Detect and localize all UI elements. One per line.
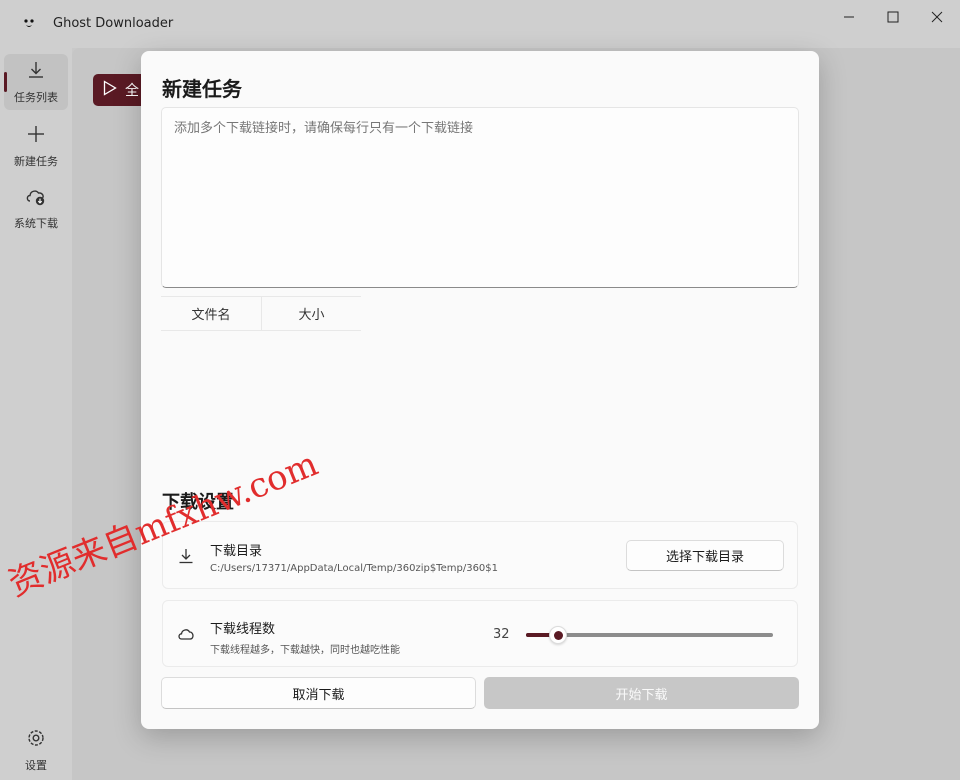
column-header-filename[interactable]: 文件名 <box>161 297 261 330</box>
download-dir-path: C:/Users/17371/AppData/Local/Temp/360zip… <box>210 563 499 574</box>
sidebar-item-label: 系统下载 <box>14 217 58 230</box>
slider-thumb[interactable] <box>549 626 567 644</box>
download-settings-title: 下载设置 <box>162 492 234 513</box>
download-dir-text: 下载目录 C:/Users/17371/AppData/Local/Temp/3… <box>210 540 498 574</box>
sidebar-item-label: 任务列表 <box>14 91 58 104</box>
thread-count-value: 32 <box>493 627 510 642</box>
sidebar-item-system-download[interactable]: 系统下载 <box>4 180 68 236</box>
download-icon <box>26 60 46 84</box>
url-input-placeholder: 添加多个下载链接时，请确保每行只有一个下载链接 <box>174 121 474 136</box>
sidebar-item-new-task[interactable]: 新建任务 <box>4 118 68 174</box>
maximize-button[interactable] <box>870 0 916 34</box>
cloud-download-icon <box>25 186 47 210</box>
download-icon <box>177 547 195 565</box>
sidebar: 任务列表 新建任务 系统下载 设置 <box>0 48 72 780</box>
download-threads-title: 下载线程数 <box>210 622 276 637</box>
column-header-size[interactable]: 大小 <box>261 297 361 330</box>
ghost-icon <box>18 14 40 34</box>
window-title: Ghost Downloader <box>53 16 174 31</box>
cancel-download-button[interactable]: 取消下载 <box>161 677 476 709</box>
play-icon <box>103 80 117 100</box>
cloud-icon <box>177 625 195 643</box>
dialog-title: 新建任务 <box>162 77 242 101</box>
file-table-header: 文件名 大小 <box>161 296 361 331</box>
download-threads-text: 下载线程数 下载线程越多，下载越快，同时也越吃性能 <box>210 618 400 656</box>
sidebar-item-task-list[interactable]: 任务列表 <box>4 54 68 110</box>
sidebar-item-label: 设置 <box>25 759 47 772</box>
thread-count-slider[interactable] <box>526 626 773 644</box>
sidebar-item-settings[interactable]: 设置 <box>4 722 68 778</box>
sidebar-item-label: 新建任务 <box>14 155 58 168</box>
start-download-button[interactable]: 开始下载 <box>484 677 799 709</box>
title-bar: Ghost Downloader <box>0 0 960 48</box>
download-dir-title: 下载目录 <box>210 544 263 559</box>
close-button[interactable] <box>914 0 960 34</box>
minimize-button[interactable] <box>826 0 872 34</box>
url-input[interactable]: 添加多个下载链接时，请确保每行只有一个下载链接 <box>161 107 799 288</box>
new-task-dialog: 新建任务 添加多个下载链接时，请确保每行只有一个下载链接 文件名 大小 下载设置… <box>141 51 819 729</box>
active-indicator <box>4 72 7 92</box>
download-threads-description: 下载线程越多，下载越快，同时也越吃性能 <box>210 645 400 656</box>
download-dir-card: 下载目录 C:/Users/17371/AppData/Local/Temp/3… <box>162 521 798 589</box>
plus-icon <box>26 124 46 148</box>
download-threads-card: 下载线程数 下载线程越多，下载越快，同时也越吃性能 32 <box>162 600 798 667</box>
start-all-label: 全 <box>125 83 139 99</box>
gear-icon <box>26 728 46 752</box>
select-dir-button[interactable]: 选择下载目录 <box>626 540 784 571</box>
